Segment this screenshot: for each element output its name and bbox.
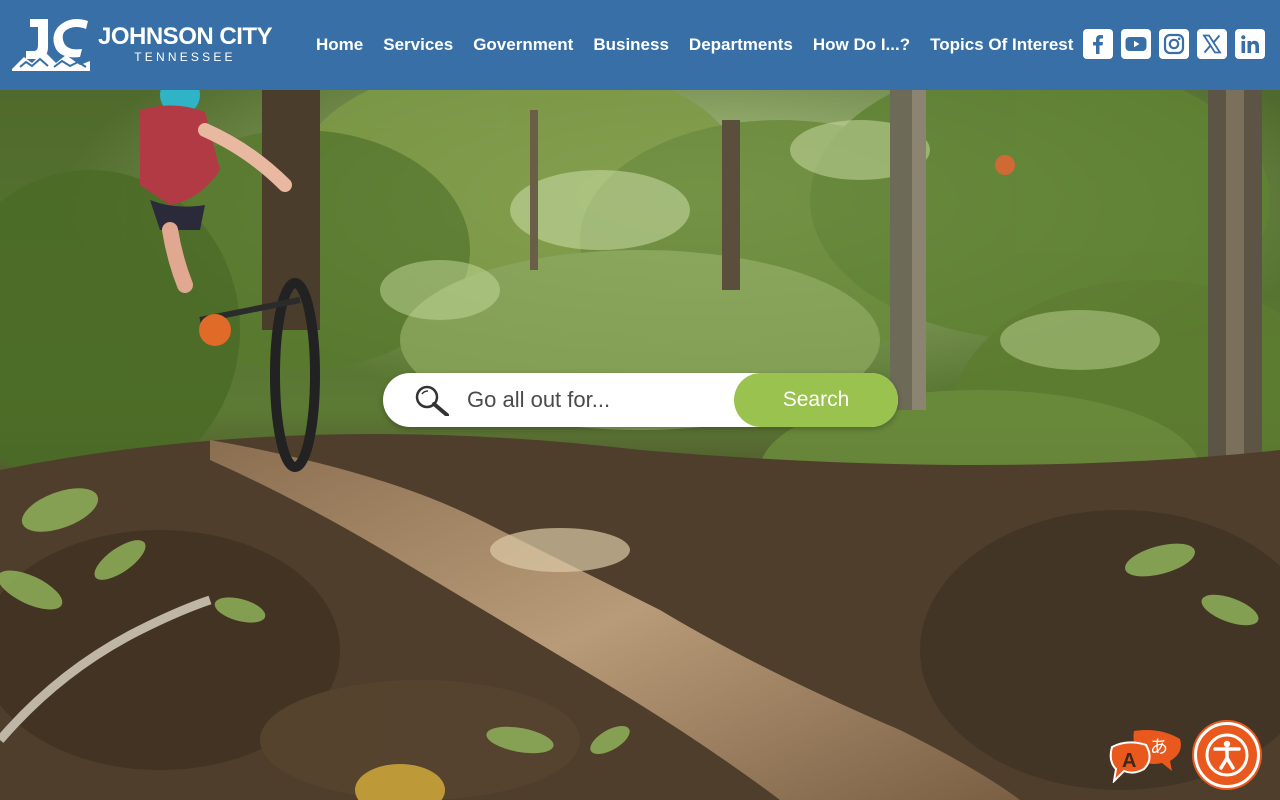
accessibility-icon (1205, 733, 1249, 777)
logo-title: JOHNSON CITY (98, 23, 273, 50)
translate-icon: A あ (1109, 730, 1181, 784)
svg-text:A: A (1122, 750, 1136, 772)
site-search: Search (383, 373, 898, 427)
search-button[interactable]: Search (734, 373, 898, 427)
youtube-icon[interactable] (1121, 29, 1151, 59)
site-logo[interactable]: JOHNSON CITY TENNESSEE (10, 17, 280, 73)
nav-government[interactable]: Government (473, 35, 573, 55)
instagram-icon[interactable] (1159, 29, 1189, 59)
main-nav: Home Services Government Business Depart… (316, 0, 1093, 90)
site-header: JOHNSON CITY TENNESSEE Home Services Gov… (0, 0, 1280, 90)
search-input[interactable] (467, 383, 727, 417)
search-icon (413, 384, 449, 417)
forest-trail-image (0, 90, 1280, 800)
translate-button[interactable]: A あ (1108, 729, 1182, 784)
linkedin-icon[interactable] (1235, 29, 1265, 59)
jc-mountain-logo-icon (10, 17, 92, 73)
accessibility-button[interactable] (1194, 722, 1260, 788)
hero-background: Search (0, 90, 1280, 800)
nav-home[interactable]: Home (316, 35, 363, 55)
nav-departments[interactable]: Departments (689, 35, 793, 55)
x-icon[interactable] (1197, 29, 1227, 59)
svg-text:あ: あ (1150, 737, 1168, 758)
nav-services[interactable]: Services (383, 35, 453, 55)
nav-business[interactable]: Business (593, 35, 669, 55)
logo-text: JOHNSON CITY TENNESSEE (98, 23, 273, 65)
logo-subtitle: TENNESSEE (134, 50, 236, 64)
nav-how-do-i[interactable]: How Do I...? (813, 35, 910, 55)
nav-topics-of-interest[interactable]: Topics Of Interest (930, 35, 1073, 55)
facebook-icon[interactable] (1083, 29, 1113, 59)
social-links (1083, 29, 1265, 59)
